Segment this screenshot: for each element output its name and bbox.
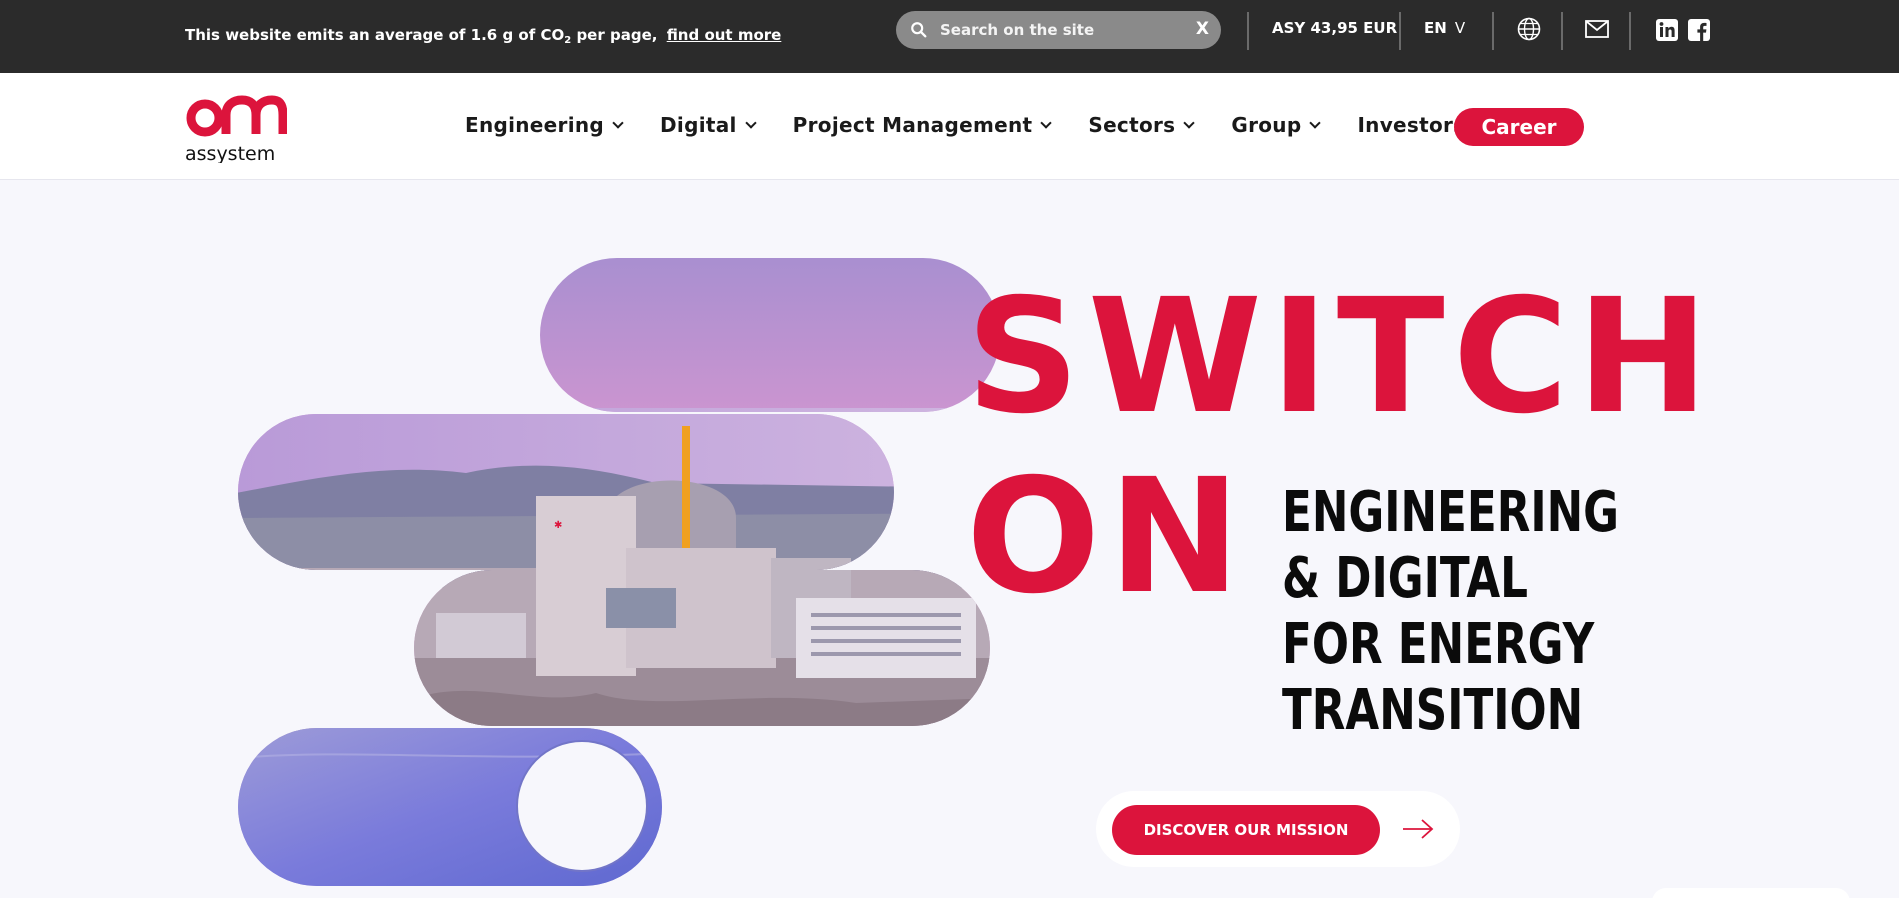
- main-header: assystem Engineering Digital Project Man…: [0, 73, 1899, 180]
- hero-tagline: ENGINEERING & DIGITAL FOR ENERGY TRANSIT…: [1282, 480, 1620, 744]
- mail-icon[interactable]: [1584, 16, 1610, 42]
- chevron-down-icon: [612, 117, 624, 129]
- language-label: EN: [1424, 19, 1447, 37]
- divider: [1399, 12, 1401, 50]
- chevron-down-icon: [1183, 117, 1196, 129]
- chevron-down-icon: [1040, 117, 1053, 129]
- divider: [1629, 12, 1631, 50]
- globe-icon[interactable]: [1516, 16, 1542, 42]
- discover-mission-button[interactable]: DISCOVER OUR MISSION: [1112, 805, 1380, 855]
- tagline-line: TRANSITION: [1282, 678, 1584, 743]
- search-icon: [911, 22, 927, 38]
- find-out-more-link[interactable]: find out more: [667, 26, 782, 44]
- divider: [1247, 12, 1249, 50]
- divider: [1492, 12, 1494, 50]
- nav-item-group[interactable]: Group: [1231, 113, 1322, 137]
- nav-label: Investors: [1357, 113, 1466, 137]
- nav-label: Group: [1231, 113, 1302, 137]
- facebook-icon[interactable]: [1688, 19, 1710, 41]
- nav-label: Engineering: [465, 113, 605, 137]
- search-box[interactable]: X: [896, 11, 1221, 49]
- nav-item-digital[interactable]: Digital: [660, 113, 757, 137]
- nav-label: Digital: [660, 113, 737, 137]
- carbon-notice: This website emits an average of 1.6 g o…: [185, 26, 781, 46]
- nav-item-project-management[interactable]: Project Management: [792, 113, 1053, 137]
- language-selector[interactable]: EN V: [1424, 19, 1465, 37]
- hero-power-plant-image: ✱: [238, 258, 996, 886]
- assystem-logo[interactable]: assystem: [185, 91, 287, 163]
- main-nav: Engineering Digital Project Management S…: [465, 113, 1521, 137]
- tagline-line: & DIGITAL: [1282, 546, 1528, 611]
- nav-item-sectors[interactable]: Sectors: [1088, 113, 1196, 137]
- nav-item-engineering[interactable]: Engineering: [465, 113, 624, 137]
- carbon-notice-text-after: per page,: [571, 26, 658, 44]
- chevron-down-icon: [1309, 117, 1322, 129]
- carbon-notice-text: This website emits an average of 1.6 g o…: [185, 26, 565, 44]
- tagline-line: FOR ENERGY: [1282, 612, 1595, 677]
- floating-panel[interactable]: [1652, 888, 1850, 898]
- career-button[interactable]: Career: [1454, 108, 1584, 146]
- nav-label: Project Management: [792, 113, 1033, 137]
- top-bar: This website emits an average of 1.6 g o…: [0, 0, 1899, 73]
- arrow-right-icon[interactable]: [1402, 817, 1434, 841]
- hero-headline-switch: SWITCH: [966, 265, 1717, 449]
- chevron-down-icon: [745, 117, 757, 129]
- linkedin-icon[interactable]: [1656, 19, 1678, 41]
- cta-container: DISCOVER OUR MISSION: [1096, 791, 1460, 867]
- stock-price: ASY 43,95 EUR: [1272, 19, 1398, 37]
- divider: [1561, 12, 1563, 50]
- search-clear-button[interactable]: X: [1196, 19, 1209, 39]
- nav-label: Sectors: [1088, 113, 1176, 137]
- tagline-line: ENGINEERING: [1282, 480, 1620, 545]
- search-input[interactable]: [940, 15, 1180, 45]
- logo-wordmark: assystem: [185, 143, 275, 163]
- svg-text:✱: ✱: [554, 520, 562, 531]
- chevron-down-icon: V: [1454, 19, 1466, 37]
- hero-headline-on: ON: [966, 445, 1249, 629]
